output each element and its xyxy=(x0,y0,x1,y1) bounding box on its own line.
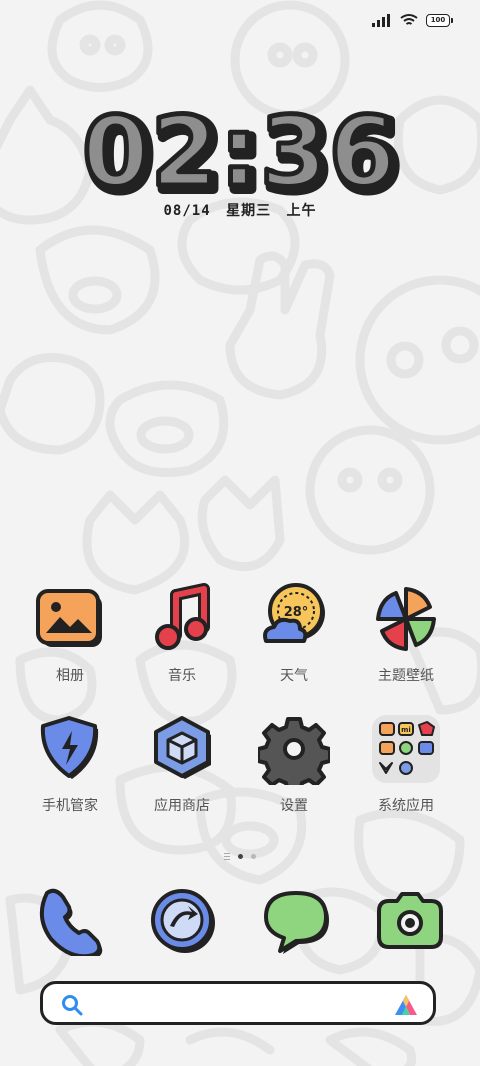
page-dot-active xyxy=(238,854,243,859)
camera-icon[interactable] xyxy=(374,886,444,956)
wifi-icon xyxy=(400,14,418,25)
folder-mi-badge: mi xyxy=(401,726,411,734)
app-folder-system[interactable]: mi 系统应用 xyxy=(350,713,462,815)
date-line: 08/14 星期三 上午 xyxy=(0,200,480,220)
clock-period: 上午 xyxy=(286,203,317,219)
app-security[interactable]: 手机管家 xyxy=(14,713,126,815)
security-shield-icon xyxy=(40,716,99,779)
phone-icon[interactable] xyxy=(36,886,106,956)
page-indicator[interactable] xyxy=(0,853,480,860)
clock-weekday: 星期三 xyxy=(226,203,272,219)
signal-icon xyxy=(372,13,390,27)
settings-gear-icon xyxy=(256,717,332,793)
app-label: 设置 xyxy=(280,798,308,814)
app-settings[interactable]: 设置 xyxy=(238,713,350,815)
status-bar: 100 xyxy=(0,0,480,44)
weather-icon: 28° xyxy=(263,583,325,643)
assistant-icon[interactable] xyxy=(393,993,419,1017)
clock-time: 02:36 xyxy=(82,96,398,202)
page-dot xyxy=(251,854,256,859)
search-icon[interactable] xyxy=(61,994,83,1016)
app-gallery[interactable]: 相册 xyxy=(14,583,126,685)
dock xyxy=(0,886,480,958)
app-drawer-indicator xyxy=(224,853,230,860)
search-bar[interactable] xyxy=(40,981,436,1025)
app-label: 系统应用 xyxy=(378,798,434,814)
app-label: 天气 xyxy=(280,668,308,684)
app-label: 相册 xyxy=(56,668,84,684)
themes-pinwheel-icon xyxy=(376,587,436,651)
app-themes[interactable]: 主题壁纸 xyxy=(350,583,462,685)
clock-date: 08/14 xyxy=(163,203,211,219)
weather-temperature: 28° xyxy=(284,605,309,620)
app-weather[interactable]: 28° 天气 xyxy=(238,583,350,685)
app-label: 手机管家 xyxy=(42,798,98,814)
app-label: 应用商店 xyxy=(154,798,210,814)
folder-icon: mi xyxy=(372,715,440,783)
app-store[interactable]: 应用商店 xyxy=(126,713,238,815)
clock-widget[interactable]: 02:36 02:36 xyxy=(0,92,480,203)
app-music[interactable]: 音乐 xyxy=(126,583,238,685)
app-label: 音乐 xyxy=(168,668,196,684)
browser-icon[interactable] xyxy=(148,886,218,956)
app-store-icon xyxy=(154,716,211,779)
status-icons: 100 xyxy=(372,13,453,27)
battery-icon: 100 xyxy=(426,13,453,27)
app-label: 主题壁纸 xyxy=(378,668,434,684)
music-icon xyxy=(155,583,210,650)
battery-level: 100 xyxy=(430,16,446,24)
messages-icon[interactable] xyxy=(262,886,332,956)
gallery-icon xyxy=(36,589,102,647)
